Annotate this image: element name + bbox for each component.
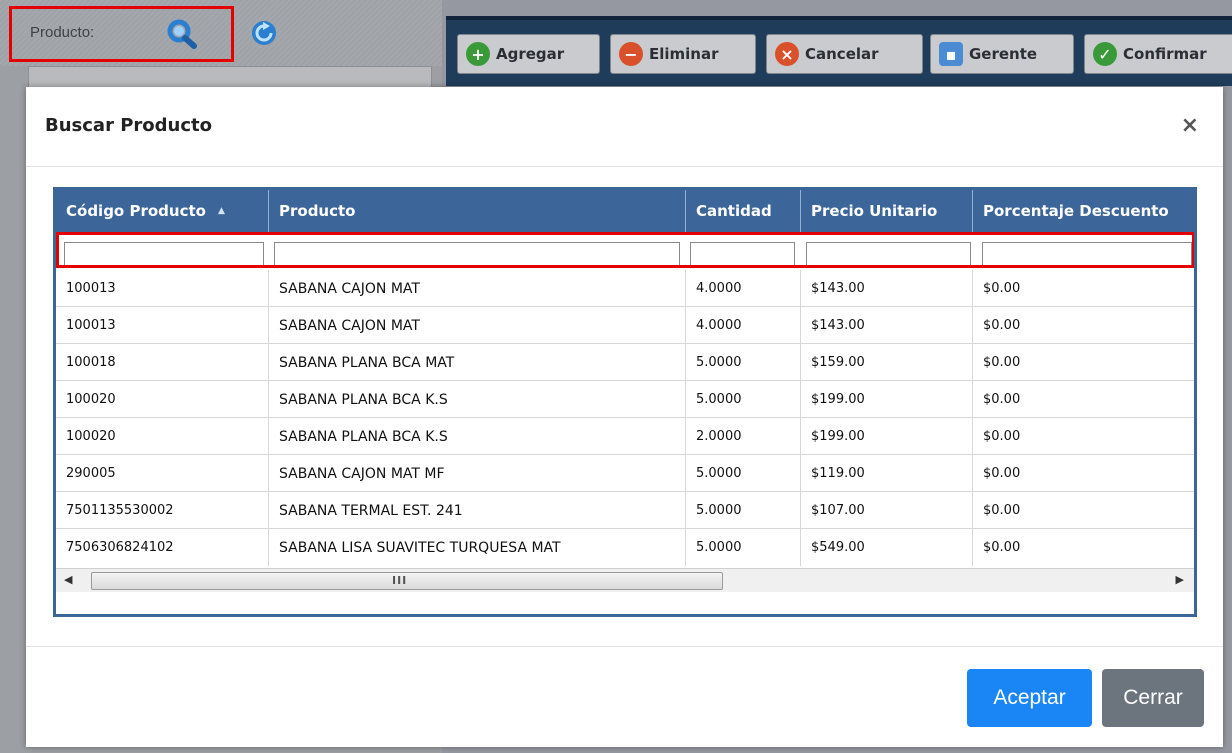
cell-descuento: $0.00 bbox=[983, 429, 1021, 444]
column-header-producto[interactable]: Producto bbox=[269, 190, 686, 232]
dialog-header: Buscar Producto × bbox=[26, 87, 1223, 167]
cell-cantidad: 4.0000 bbox=[686, 270, 801, 307]
cell-descuento: $0.00 bbox=[983, 318, 1021, 333]
cell-cantidad: 5.0000 bbox=[686, 492, 801, 529]
eliminar-label: Eliminar bbox=[649, 45, 719, 63]
column-header-descuento[interactable]: Porcentaje Descuento bbox=[973, 190, 1194, 232]
cell-precio: $143.00 bbox=[801, 307, 973, 344]
cell-codigo: 100020 bbox=[56, 381, 269, 418]
cell-producto: SABANA CAJON MAT bbox=[269, 270, 686, 307]
horizontal-scrollbar[interactable]: ◀ III ▶ bbox=[56, 568, 1194, 592]
filter-codigo-input[interactable] bbox=[64, 242, 264, 266]
cell-descuento: $0.00 bbox=[983, 540, 1021, 555]
check-circle-icon: ✓ bbox=[1093, 42, 1117, 66]
eliminar-button[interactable]: − Eliminar bbox=[610, 34, 756, 74]
scroll-grip-icon: III bbox=[392, 574, 408, 587]
cell-cantidad: 5.0000 bbox=[686, 381, 801, 418]
refresh-icon[interactable] bbox=[250, 19, 278, 47]
table-row[interactable]: 100020 SABANA PLANA BCA K.S 2.0000 $199.… bbox=[56, 418, 1194, 455]
scroll-left-icon[interactable]: ◀ bbox=[64, 573, 72, 586]
gerente-button[interactable]: ▪ Gerente bbox=[930, 34, 1074, 74]
cell-producto: SABANA CAJON MAT MF bbox=[269, 455, 686, 492]
agregar-label: Agregar bbox=[496, 45, 565, 63]
cell-descuento: $0.00 bbox=[983, 466, 1021, 481]
cell-descuento: $0.00 bbox=[983, 355, 1021, 370]
scroll-right-icon[interactable]: ▶ bbox=[1176, 573, 1184, 586]
minus-circle-icon: − bbox=[619, 42, 643, 66]
grid-header: Código Producto ▲ Producto Cantidad Prec… bbox=[56, 190, 1194, 232]
cell-descuento: $0.00 bbox=[983, 281, 1021, 296]
cell-codigo: 100020 bbox=[56, 418, 269, 455]
column-header-precio[interactable]: Precio Unitario bbox=[801, 190, 973, 232]
cell-codigo: 290005 bbox=[56, 455, 269, 492]
cancelar-label: Cancelar bbox=[805, 45, 879, 63]
agregar-button[interactable]: + Agregar bbox=[457, 34, 600, 74]
cell-precio: $549.00 bbox=[801, 529, 973, 566]
toolbar: + Agregar − Eliminar × Cancelar ▪ Gerent… bbox=[446, 16, 1232, 86]
cerrar-button[interactable]: Cerrar bbox=[1102, 669, 1204, 727]
cancelar-button[interactable]: × Cancelar bbox=[766, 34, 923, 74]
close-icon[interactable]: × bbox=[1181, 113, 1199, 138]
cell-producto: SABANA PLANA BCA K.S bbox=[269, 418, 686, 455]
cell-codigo: 100018 bbox=[56, 344, 269, 381]
product-grid: Código Producto ▲ Producto Cantidad Prec… bbox=[53, 187, 1197, 617]
x-circle-icon: × bbox=[775, 42, 799, 66]
cell-precio: $159.00 bbox=[801, 344, 973, 381]
filter-descuento-input[interactable] bbox=[982, 242, 1192, 266]
table-row[interactable]: 100020 SABANA PLANA BCA K.S 5.0000 $199.… bbox=[56, 381, 1194, 418]
cell-precio: $199.00 bbox=[801, 381, 973, 418]
producto-label: Producto: bbox=[30, 24, 95, 41]
cell-precio: $119.00 bbox=[801, 455, 973, 492]
dialog-footer: Aceptar Cerrar bbox=[26, 646, 1223, 747]
cell-descuento: $0.00 bbox=[983, 503, 1021, 518]
cell-codigo: 100013 bbox=[56, 270, 269, 307]
cell-cantidad: 4.0000 bbox=[686, 307, 801, 344]
confirmar-label: Confirmar bbox=[1123, 45, 1207, 63]
table-row[interactable]: 7501135530002 SABANA TERMAL EST. 241 5.0… bbox=[56, 492, 1194, 529]
cell-producto: SABANA PLANA BCA MAT bbox=[269, 344, 686, 381]
cell-cantidad: 5.0000 bbox=[686, 344, 801, 381]
filter-cantidad-input[interactable] bbox=[690, 242, 795, 266]
table-row[interactable]: 7506306824102 SABANA LISA SUAVITEC TURQU… bbox=[56, 529, 1194, 566]
grid-body: 100013 SABANA CAJON MAT 4.0000 $143.00 $… bbox=[56, 270, 1194, 566]
column-header-codigo[interactable]: Código Producto ▲ bbox=[56, 190, 269, 232]
table-row[interactable]: 290005 SABANA CAJON MAT MF 5.0000 $119.0… bbox=[56, 455, 1194, 492]
manager-icon: ▪ bbox=[939, 42, 963, 66]
dialog-title: Buscar Producto bbox=[45, 115, 212, 136]
cell-producto: SABANA TERMAL EST. 241 bbox=[269, 492, 686, 529]
cell-producto: SABANA LISA SUAVITEC TURQUESA MAT bbox=[269, 529, 686, 566]
cell-producto: SABANA PLANA BCA K.S bbox=[269, 381, 686, 418]
filter-row bbox=[56, 232, 1194, 268]
gerente-label: Gerente bbox=[969, 45, 1038, 63]
table-row[interactable]: 100013 SABANA CAJON MAT 4.0000 $143.00 $… bbox=[56, 307, 1194, 344]
scroll-thumb[interactable]: III bbox=[91, 572, 723, 590]
column-header-cantidad[interactable]: Cantidad bbox=[686, 190, 801, 232]
cell-precio: $143.00 bbox=[801, 270, 973, 307]
cell-descuento: $0.00 bbox=[983, 392, 1021, 407]
cell-cantidad: 2.0000 bbox=[686, 418, 801, 455]
filter-precio-input[interactable] bbox=[806, 242, 971, 266]
cell-codigo: 7506306824102 bbox=[56, 529, 269, 566]
search-icon[interactable] bbox=[166, 19, 198, 49]
cell-precio: $199.00 bbox=[801, 418, 973, 455]
cell-codigo: 7501135530002 bbox=[56, 492, 269, 529]
filter-producto-input[interactable] bbox=[274, 242, 680, 266]
table-row[interactable]: 100018 SABANA PLANA BCA MAT 5.0000 $159.… bbox=[56, 344, 1194, 381]
cell-cantidad: 5.0000 bbox=[686, 455, 801, 492]
sort-ascending-icon: ▲ bbox=[217, 206, 225, 216]
confirmar-button[interactable]: ✓ Confirmar bbox=[1084, 34, 1232, 74]
cell-cantidad: 5.0000 bbox=[686, 529, 801, 566]
cell-precio: $107.00 bbox=[801, 492, 973, 529]
table-row[interactable]: 100013 SABANA CAJON MAT 4.0000 $143.00 $… bbox=[56, 270, 1194, 307]
plus-circle-icon: + bbox=[466, 42, 490, 66]
column-header-label: Código Producto bbox=[66, 202, 206, 220]
cell-codigo: 100013 bbox=[56, 307, 269, 344]
buscar-producto-dialog: Buscar Producto × Código Producto ▲ Prod… bbox=[26, 87, 1223, 747]
aceptar-button[interactable]: Aceptar bbox=[967, 669, 1092, 727]
cell-producto: SABANA CAJON MAT bbox=[269, 307, 686, 344]
